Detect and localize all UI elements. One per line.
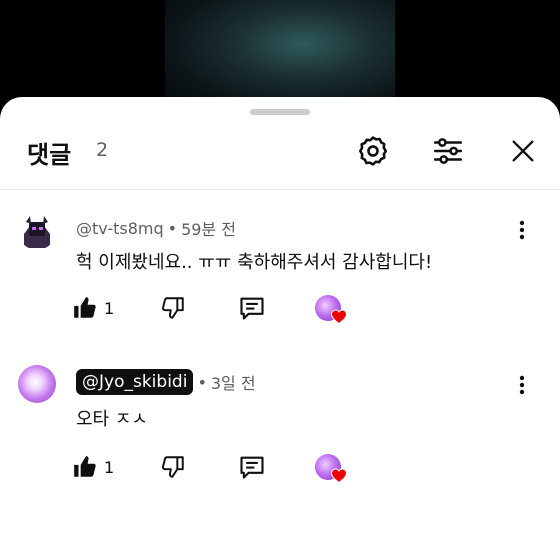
close-icon bbox=[512, 140, 534, 162]
avatar-robot-icon bbox=[18, 212, 56, 250]
comment-actions: 1 bbox=[72, 449, 372, 489]
like-count: 1 bbox=[104, 298, 115, 318]
comment-actions: 1 bbox=[72, 290, 372, 330]
thumbs-down-icon bbox=[162, 297, 184, 319]
sliders-icon bbox=[433, 138, 463, 164]
creator-heart[interactable] bbox=[315, 449, 347, 485]
comments-sheet: 댓글 2 @tv-ts8mq • 59분 전 헉 이제봤네요.. ㅠㅠ 축하해주… bbox=[0, 97, 560, 560]
more-vertical-icon bbox=[519, 220, 525, 240]
comment-item: @tv-ts8mq • 59분 전 헉 이제봤네요.. ㅠㅠ 축하해주셔서 감사… bbox=[0, 212, 560, 352]
avatar[interactable] bbox=[18, 212, 56, 250]
thumbs-down-icon bbox=[162, 456, 184, 478]
reply-icon bbox=[240, 297, 264, 320]
meta-separator: • bbox=[167, 218, 178, 238]
comment-text: 헉 이제봤네요.. ㅠㅠ 축하해주셔서 감사합니다! bbox=[76, 252, 433, 273]
thumbs-up-icon bbox=[74, 297, 96, 318]
more-button[interactable] bbox=[510, 373, 534, 397]
header-divider bbox=[0, 189, 560, 190]
drag-handle[interactable] bbox=[250, 109, 310, 115]
comments-count: 2 bbox=[96, 139, 109, 161]
comment-item: @Jyo_skibidi • 3일 전 오타 ㅈㅅ 1 bbox=[0, 365, 560, 505]
more-vertical-icon bbox=[519, 375, 525, 395]
comment-text: 오타 ㅈㅅ bbox=[76, 409, 148, 430]
like-button[interactable]: 1 bbox=[72, 290, 114, 326]
comments-title: 댓글 bbox=[27, 141, 72, 169]
more-button[interactable] bbox=[510, 218, 534, 242]
reply-icon bbox=[240, 456, 264, 479]
comment-time: 59분 전 bbox=[181, 220, 236, 239]
creator-avatar bbox=[315, 295, 347, 324]
thumbs-up-icon bbox=[74, 456, 96, 477]
dislike-button[interactable] bbox=[160, 290, 186, 326]
close-button[interactable] bbox=[503, 131, 543, 171]
avatar[interactable] bbox=[18, 365, 56, 403]
meta-separator: • bbox=[197, 372, 207, 392]
filter-button[interactable] bbox=[428, 131, 468, 171]
like-button[interactable]: 1 bbox=[72, 449, 114, 485]
heart-icon bbox=[331, 468, 347, 483]
creator-avatar bbox=[315, 454, 347, 483]
video-frame[interactable] bbox=[165, 0, 395, 110]
settings-button[interactable] bbox=[353, 131, 393, 171]
comment-author-highlighted[interactable]: @Jyo_skibidi bbox=[76, 369, 194, 395]
comments-header: 댓글 2 bbox=[0, 125, 560, 181]
heart-icon bbox=[331, 309, 347, 324]
reply-button[interactable] bbox=[238, 449, 266, 485]
comment-meta: @tv-ts8mq • 59분 전 bbox=[76, 216, 236, 240]
reply-button[interactable] bbox=[238, 290, 266, 326]
comment-author[interactable]: @tv-ts8mq bbox=[76, 219, 164, 238]
comment-time: 3일 전 bbox=[210, 374, 256, 393]
like-count: 1 bbox=[104, 457, 115, 477]
comment-meta: @Jyo_skibidi • 3일 전 bbox=[76, 369, 256, 395]
gear-icon bbox=[358, 136, 388, 166]
dislike-button[interactable] bbox=[160, 449, 186, 485]
creator-heart[interactable] bbox=[315, 290, 347, 326]
video-area bbox=[0, 0, 560, 110]
